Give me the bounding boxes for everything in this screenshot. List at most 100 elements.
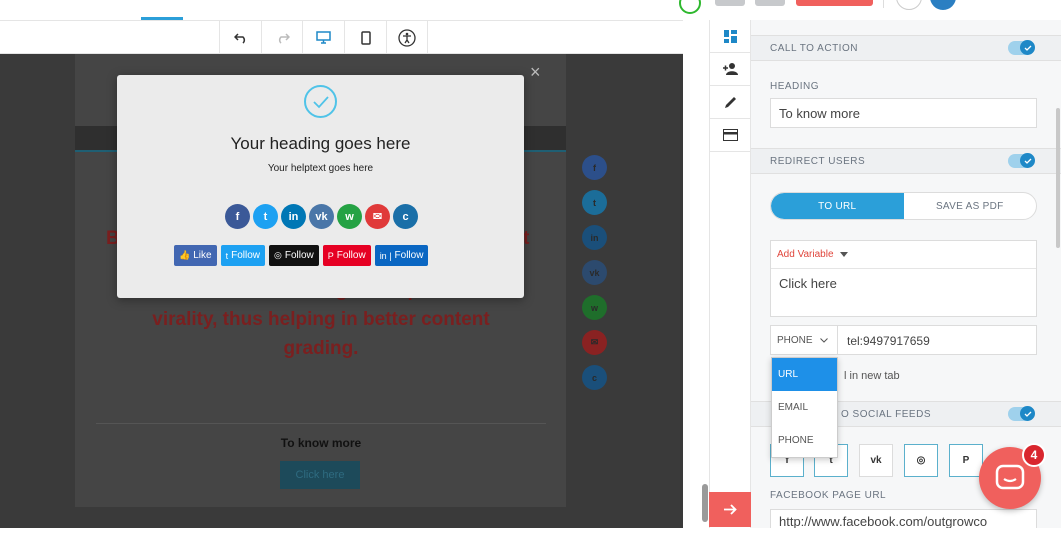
layout-icon <box>724 29 737 43</box>
canvas-scrollbar-thumb[interactable] <box>702 484 708 522</box>
instagram-follow-label: Follow <box>284 250 314 261</box>
status-circle[interactable] <box>679 0 701 14</box>
twitter-follow-button[interactable]: t Follow <box>220 245 265 266</box>
page-heading-line-2: virality, thus helping in better content <box>152 309 490 330</box>
side-whatsapp-icon[interactable]: w <box>582 295 607 320</box>
dropdown-option-phone[interactable]: PHONE <box>772 424 837 457</box>
section-title: REDIRECT USERS <box>770 156 866 167</box>
top-circle-button[interactable] <box>896 0 922 10</box>
section-redirect-users: REDIRECT USERS <box>751 148 1061 174</box>
facebook-like-icon: 👍 <box>179 250 191 260</box>
follow-buttons-row: 👍 Like t Follow ◎ Follow P Follow in | Follow <box>174 245 429 266</box>
instagram-follow-icon: ◎ <box>274 250 282 260</box>
pinterest-follow-button[interactable]: P Follow <box>322 245 371 266</box>
social-feeds-toggle[interactable] <box>1008 406 1035 421</box>
chat-icon <box>995 464 1025 490</box>
accessibility-button[interactable] <box>386 21 428 54</box>
canvas-scrollbar-track[interactable] <box>683 54 709 528</box>
call-to-action-toggle[interactable] <box>1008 40 1035 55</box>
close-icon[interactable]: × <box>530 62 541 82</box>
pinterest-follow-label: Follow <box>336 250 366 261</box>
twitter-follow-label: Follow <box>231 250 260 261</box>
redirect-users-toggle[interactable] <box>1008 153 1035 168</box>
preview-modal: Your heading goes here Your helptext goe… <box>117 75 524 298</box>
redo-icon <box>278 32 290 44</box>
dropdown-option-email[interactable]: EMAIL <box>772 391 837 424</box>
share-chat-icon[interactable]: c <box>393 204 418 229</box>
dropdown-option-url[interactable]: URL <box>772 358 837 391</box>
desktop-view-button[interactable] <box>302 21 344 54</box>
link-type-select[interactable]: PHONE <box>770 325 838 355</box>
heading-input[interactable]: To know more <box>770 98 1037 128</box>
arrow-right-icon <box>723 504 737 515</box>
facebook-like-button[interactable]: 👍 Like <box>174 245 217 266</box>
check-icon <box>304 85 337 118</box>
rail-layout-button[interactable] <box>710 20 751 53</box>
add-user-icon <box>722 63 738 75</box>
mobile-view-button[interactable] <box>344 21 386 54</box>
top-gray-button-1[interactable] <box>715 0 745 6</box>
accessibility-icon <box>398 28 416 47</box>
cta-text-input[interactable]: Click here <box>771 269 1036 298</box>
link-type-dropdown: URL EMAIL PHONE <box>771 357 838 458</box>
side-linkedin-icon[interactable]: in <box>582 225 607 250</box>
facebook-like-label: Like <box>193 250 212 261</box>
add-variable-dropdown[interactable]: Add Variable <box>771 241 1036 269</box>
top-publish-button[interactable] <box>796 0 873 6</box>
mobile-icon <box>360 30 371 45</box>
share-facebook-icon[interactable]: f <box>225 204 250 229</box>
social-vk-icon[interactable]: vk <box>859 444 893 477</box>
to-url-option[interactable]: TO URL <box>771 193 904 219</box>
page-divider <box>96 423 546 424</box>
caret-down-icon <box>839 252 848 257</box>
open-new-tab-label: l in new tab <box>844 370 900 382</box>
undo-icon <box>233 32 245 44</box>
social-instagram-icon[interactable]: ◎ <box>904 444 938 477</box>
chevron-down-icon <box>819 337 828 343</box>
link-type-value: PHONE <box>777 334 813 346</box>
add-variable-label: Add Variable <box>777 249 834 260</box>
save-as-pdf-option[interactable]: SAVE AS PDF <box>904 193 1037 219</box>
share-email-icon[interactable]: ✉ <box>365 204 390 229</box>
toggle-check-icon <box>1020 406 1035 421</box>
rail-add-user-button[interactable] <box>710 53 751 86</box>
phone-input[interactable]: tel:9497917659 <box>837 325 1037 355</box>
facebook-page-url-input[interactable]: http://www.facebook.com/outgrowco <box>770 509 1037 528</box>
top-bar <box>0 0 1061 20</box>
side-email-icon[interactable]: ✉ <box>582 330 607 355</box>
modal-heading: Your heading goes here <box>230 134 411 153</box>
instagram-follow-button[interactable]: ◎ Follow <box>269 245 319 266</box>
undo-button[interactable] <box>219 21 261 54</box>
page-cta-button[interactable]: Click here <box>280 461 360 489</box>
share-vk-icon[interactable]: vk <box>309 204 334 229</box>
side-facebook-icon[interactable]: f <box>582 155 607 180</box>
pencil-icon <box>725 96 736 108</box>
panel-scrollbar[interactable] <box>1056 108 1060 248</box>
linkedin-follow-button[interactable]: in | Follow <box>374 245 429 266</box>
side-chat-icon[interactable]: c <box>582 365 607 390</box>
preview-canvas: B t turns the site into one giant experi… <box>0 54 683 528</box>
next-arrow-button[interactable] <box>709 492 751 527</box>
twitter-follow-icon: t <box>225 250 229 261</box>
pinterest-follow-icon: P <box>327 250 334 261</box>
toggle-check-icon <box>1020 40 1035 55</box>
side-twitter-icon[interactable]: t <box>582 190 607 215</box>
top-divider <box>883 0 884 8</box>
linkedin-follow-icon: in | <box>379 250 392 261</box>
rail-card-button[interactable] <box>710 119 751 152</box>
modal-helptext: Your helptext goes here <box>267 163 374 174</box>
redo-button[interactable] <box>261 21 303 54</box>
top-gray-button-2[interactable] <box>755 0 785 6</box>
page-heading-line-3: grading. <box>283 338 359 359</box>
share-twitter-icon[interactable]: t <box>253 204 278 229</box>
user-avatar[interactable] <box>930 0 956 10</box>
section-title: CALL TO ACTION <box>770 43 858 54</box>
rail-edit-button[interactable] <box>710 86 751 119</box>
redirect-mode-segmented: TO URL SAVE AS PDF <box>770 192 1037 220</box>
social-pinterest-icon[interactable]: P <box>949 444 983 477</box>
share-icons-row: f t in vk w ✉ c <box>225 204 418 229</box>
page-know-more: To know more <box>280 436 362 450</box>
share-whatsapp-icon[interactable]: w <box>337 204 362 229</box>
side-vk-icon[interactable]: vk <box>582 260 607 285</box>
share-linkedin-icon[interactable]: in <box>281 204 306 229</box>
